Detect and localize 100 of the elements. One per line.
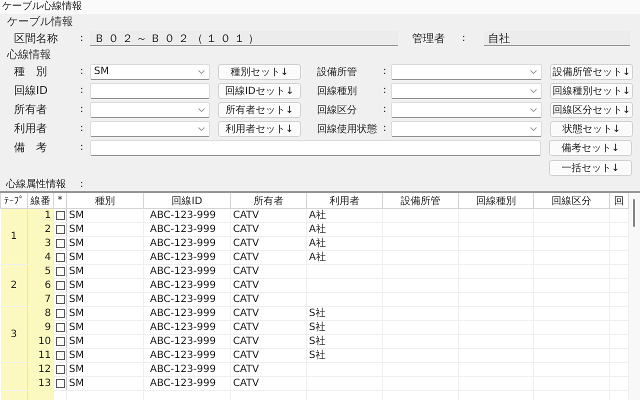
- colon: :: [383, 104, 388, 115]
- table-cell: ABC-123-999: [144, 334, 230, 348]
- dropdown-field[interactable]: [391, 82, 542, 98]
- table-cell: ABC-123-999: [144, 222, 230, 236]
- table-cell: A社: [306, 236, 382, 250]
- table-cell: CATV: [230, 348, 306, 362]
- table-cell: SM: [66, 376, 144, 390]
- dropdown-field[interactable]: [391, 102, 542, 118]
- colon: :: [80, 142, 84, 153]
- dropdown-field[interactable]: SM: [90, 64, 210, 80]
- set-button[interactable]: 所有者セット↓: [218, 102, 301, 118]
- column-header[interactable]: 利用者: [306, 193, 382, 208]
- checkbox[interactable]: [56, 252, 64, 262]
- table-cell: ABC-123-999: [144, 376, 230, 390]
- column-header[interactable]: 設備所管: [382, 193, 458, 208]
- colon: :: [462, 32, 466, 44]
- colon: :: [383, 123, 388, 134]
- checkbox[interactable]: [56, 238, 64, 248]
- table-cell: CATV: [230, 334, 306, 348]
- table-cell: SM: [66, 306, 144, 320]
- column-header[interactable]: ﾃｰﾌﾟ: [0, 193, 28, 208]
- colon: :: [80, 85, 84, 96]
- checkbox[interactable]: [56, 336, 64, 346]
- field-label: 区間名称: [13, 30, 59, 46]
- column-header[interactable]: 回: [610, 193, 628, 208]
- table-cell: SM: [66, 278, 144, 292]
- table-cell: CATV: [230, 292, 306, 306]
- column-header[interactable]: *: [54, 193, 66, 208]
- checkbox[interactable]: [56, 308, 64, 318]
- dropdown-field[interactable]: [90, 102, 210, 118]
- checkbox[interactable]: [56, 350, 64, 360]
- chevron-down-icon: [530, 70, 537, 74]
- set-button[interactable]: 回線区分セット↓: [550, 102, 633, 118]
- section-heading: 心線属性情報: [4, 178, 67, 191]
- field-label: 回線ID: [13, 83, 49, 98]
- set-button[interactable]: 状態セット↓: [550, 120, 633, 136]
- set-button[interactable]: 回線IDセット↓: [218, 82, 301, 98]
- table-cell: ABC-123-999: [144, 292, 230, 306]
- table-cell: ABC-123-999: [144, 208, 230, 222]
- colon: :: [383, 85, 388, 96]
- table-cell: CATV: [230, 320, 306, 334]
- table-cell: SM: [66, 334, 144, 348]
- set-button[interactable]: 利用者セット↓: [218, 120, 301, 136]
- table-cell: SM: [66, 208, 144, 222]
- remarks-field[interactable]: [90, 140, 541, 156]
- input-field[interactable]: [90, 82, 210, 98]
- table-cell: SM: [66, 222, 144, 236]
- set-button[interactable]: 設備所管セット↓: [550, 64, 633, 80]
- checkbox[interactable]: [56, 266, 64, 276]
- set-button[interactable]: 種別セット↓: [218, 64, 301, 80]
- set-button[interactable]: 備考セット↓: [549, 140, 632, 156]
- dropdown-field[interactable]: [391, 120, 542, 136]
- table-cell: SM: [66, 264, 144, 278]
- set-button[interactable]: 回線種別セット↓: [550, 82, 633, 98]
- checkbox[interactable]: [56, 322, 64, 332]
- colon: :: [80, 104, 84, 115]
- table-cell: SM: [66, 236, 144, 250]
- manager-field: 自社: [484, 30, 630, 46]
- checkbox[interactable]: [56, 280, 64, 290]
- checkbox[interactable]: [56, 364, 64, 374]
- chevron-down-icon: [530, 88, 537, 92]
- field-label: 備 考: [13, 140, 48, 155]
- field-label: 管理者: [412, 30, 446, 46]
- table-cell: ABC-123-999: [144, 362, 230, 376]
- field-label: 種 別: [13, 64, 48, 79]
- tape-cell: 2: [0, 264, 28, 306]
- chevron-down-icon: [530, 108, 537, 112]
- dropdown-field[interactable]: [391, 64, 542, 80]
- chevron-down-icon: [530, 126, 537, 130]
- column-header[interactable]: 回線種別: [458, 193, 534, 208]
- column-header[interactable]: 回線区分: [534, 193, 610, 208]
- table-cell: CATV: [230, 362, 306, 376]
- dropdown-field[interactable]: [90, 120, 210, 136]
- checkbox[interactable]: [56, 378, 64, 388]
- scrollbar-thumb[interactable]: [633, 199, 635, 227]
- table-cell: S社: [306, 306, 382, 320]
- table-cell: ABC-123-999: [144, 250, 230, 264]
- column-header[interactable]: 線番: [28, 193, 54, 208]
- checkbox[interactable]: [56, 210, 64, 220]
- table-cell: CATV: [230, 306, 306, 320]
- column-header[interactable]: 種別: [66, 193, 144, 208]
- table-cell: SM: [66, 320, 144, 334]
- table-cell: CATV: [230, 250, 306, 264]
- section-name-field: Ｂ０２～Ｂ０２（１０１）: [90, 30, 398, 46]
- table-cell: CATV: [230, 208, 306, 222]
- tape-cell: 1: [0, 208, 28, 264]
- table-cell: A社: [306, 222, 382, 236]
- scrollbar[interactable]: [629, 193, 640, 400]
- table-cell: CATV: [230, 236, 306, 250]
- table-cell: CATV: [230, 278, 306, 292]
- checkbox[interactable]: [56, 224, 64, 234]
- bulk-set-button[interactable]: 一括セット↓: [549, 160, 632, 176]
- table-cell: ABC-123-999: [144, 278, 230, 292]
- column-header[interactable]: 所有者: [230, 193, 306, 208]
- table-cell: CATV: [230, 376, 306, 390]
- colon: :: [383, 66, 388, 77]
- checkbox[interactable]: [56, 294, 64, 304]
- column-header[interactable]: 回線ID: [144, 193, 230, 208]
- colon: :: [80, 123, 84, 134]
- table-cell: S社: [306, 334, 382, 348]
